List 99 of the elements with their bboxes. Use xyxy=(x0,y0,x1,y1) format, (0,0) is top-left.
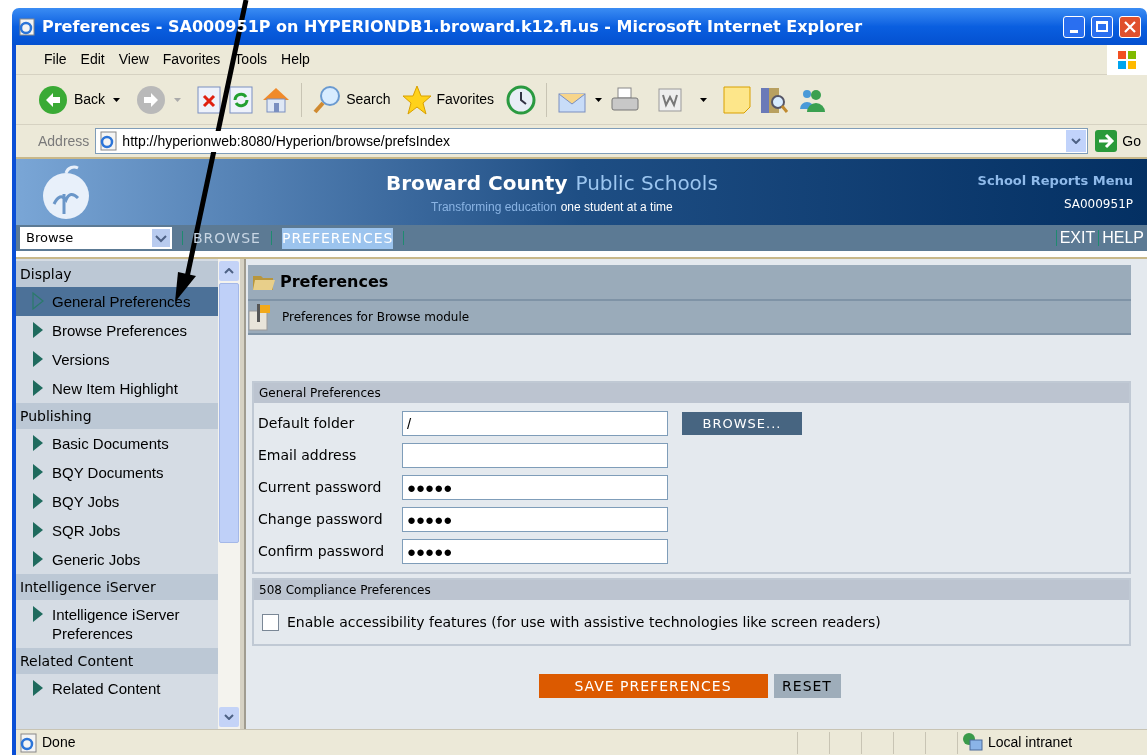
page-icon xyxy=(98,131,119,151)
save-button[interactable]: SAVE PREFERENCES xyxy=(538,674,768,698)
input-field[interactable]: ●●●●● xyxy=(402,475,668,500)
network-icon xyxy=(962,731,984,754)
checkbox-label: Enable accessibility features (for use with assistive technologies like screen readers) xyxy=(287,612,881,632)
star-icon xyxy=(402,84,433,115)
input-field[interactable]: / xyxy=(402,411,668,436)
caret-icon[interactable] xyxy=(595,97,603,102)
field-label: Default folder xyxy=(258,414,356,433)
sidebar-section: Intelligence iServer xyxy=(16,574,218,600)
flag-icon xyxy=(248,303,272,331)
triangle-icon xyxy=(32,463,44,481)
sidebar-item[interactable]: BQY Documents xyxy=(16,458,218,487)
module-select[interactable]: Browse xyxy=(20,227,172,249)
maximize-button[interactable] xyxy=(1091,15,1113,38)
input-field[interactable]: ●●●●● xyxy=(402,507,668,532)
sidebar-item[interactable]: General Preferences xyxy=(16,287,218,316)
sidebar-item[interactable]: New Item Highlight xyxy=(16,374,218,403)
user-id: SA000951P xyxy=(1063,195,1133,213)
triangle-icon xyxy=(32,521,44,539)
sidebar-item[interactable]: Intelligence iServer Preferences xyxy=(16,600,218,648)
reset-button[interactable]: RESET xyxy=(773,674,841,698)
menu-item[interactable]: View xyxy=(112,49,155,70)
caret-icon xyxy=(174,97,182,102)
stop-icon[interactable] xyxy=(197,85,222,114)
windows-logo-icon xyxy=(1107,44,1147,75)
menu-item[interactable]: Help xyxy=(275,49,316,70)
sidebar-item[interactable]: Generic Jobs xyxy=(16,545,218,574)
sidebar-item[interactable]: Browse Preferences xyxy=(16,316,218,345)
sidebar-item[interactable]: Versions xyxy=(16,345,218,374)
forward-icon[interactable] xyxy=(136,84,167,115)
scrollbar[interactable] xyxy=(218,259,240,729)
field-label: Confirm password xyxy=(258,542,386,561)
menu-item[interactable]: Favorites xyxy=(156,49,227,70)
chevron-up-icon xyxy=(224,268,234,274)
browser-icon xyxy=(18,17,36,36)
sidebar-section: Display xyxy=(16,261,218,287)
dropdown-button[interactable] xyxy=(1066,130,1087,152)
input-field[interactable] xyxy=(402,443,668,468)
back-button[interactable]: Back xyxy=(38,84,106,115)
menu-item[interactable]: File xyxy=(38,49,73,70)
triangle-icon xyxy=(32,550,44,568)
page-icon xyxy=(18,732,38,753)
triangle-icon xyxy=(32,679,44,697)
menu-item[interactable]: Tools xyxy=(228,49,274,70)
browse-button[interactable]: BROWSE... xyxy=(682,412,802,435)
menu-title: School Reports Menu xyxy=(977,172,1133,191)
address-field[interactable]: http://hyperionweb:8080/Hyperion/browse/prefsIndex xyxy=(95,128,1089,154)
field-label: Email address xyxy=(258,446,358,465)
field-label: Current password xyxy=(258,478,383,497)
sidebar-section: Related Content xyxy=(16,648,218,674)
tagline: one student at a time xyxy=(560,199,673,216)
chevron-down-icon xyxy=(224,714,234,720)
go-button[interactable]: Go xyxy=(1094,129,1143,153)
panel-title: 508 Compliance Preferences xyxy=(254,580,1129,600)
field-label: Change password xyxy=(258,510,384,529)
triangle-icon xyxy=(32,321,44,339)
tagline: Transforming education xyxy=(431,199,557,216)
scroll-thumb[interactable] xyxy=(219,283,239,543)
triangle-icon xyxy=(32,350,44,368)
scroll-up-button[interactable] xyxy=(219,261,239,281)
menu-item[interactable]: Edit xyxy=(74,49,111,70)
dropdown-icon[interactable] xyxy=(152,229,170,247)
checkbox[interactable] xyxy=(262,613,279,631)
banner-title: Public Schools xyxy=(575,170,718,197)
banner-title: Broward County xyxy=(386,170,568,197)
triangle-icon xyxy=(32,492,44,510)
sidebar-item[interactable]: BQY Jobs xyxy=(16,487,218,516)
page-subtitle: Preferences for Browse module xyxy=(282,309,470,326)
page-title: Preferences xyxy=(280,271,389,293)
input-field[interactable]: ●●●●● xyxy=(402,539,668,564)
word-icon[interactable] xyxy=(658,87,683,112)
address-label: Address xyxy=(38,131,90,151)
sidebar-item[interactable]: SQR Jobs xyxy=(16,516,218,545)
minimize-button[interactable] xyxy=(1063,15,1085,38)
close-icon xyxy=(1124,20,1136,33)
sidebar-item[interactable]: Related Content xyxy=(16,674,218,703)
search-button[interactable]: Search xyxy=(312,84,391,115)
sidebar-item[interactable]: Basic Documents xyxy=(16,429,218,458)
sidebar-section: Publishing xyxy=(16,403,218,429)
nav-link[interactable]: HELP xyxy=(1102,226,1144,250)
favorites-button[interactable]: Favorites xyxy=(402,84,495,115)
close-button[interactable] xyxy=(1119,15,1141,38)
triangle-icon xyxy=(32,379,44,397)
panel-title: General Preferences xyxy=(254,383,1129,403)
caret-icon[interactable] xyxy=(700,97,708,102)
zone-text: Local intranet xyxy=(988,733,1073,752)
search-icon xyxy=(312,84,343,115)
caret-icon[interactable] xyxy=(113,97,121,102)
triangle-icon xyxy=(32,434,44,452)
refresh-icon[interactable] xyxy=(229,85,254,114)
triangle-icon xyxy=(32,292,44,310)
nav-link[interactable]: EXIT xyxy=(1059,226,1096,250)
scroll-down-button[interactable] xyxy=(219,707,239,727)
triangle-icon xyxy=(32,605,44,623)
printer-icon[interactable] xyxy=(610,85,641,114)
history-icon[interactable] xyxy=(506,84,537,115)
chevron-down-icon xyxy=(1071,138,1082,144)
status-text: Done xyxy=(42,733,77,752)
